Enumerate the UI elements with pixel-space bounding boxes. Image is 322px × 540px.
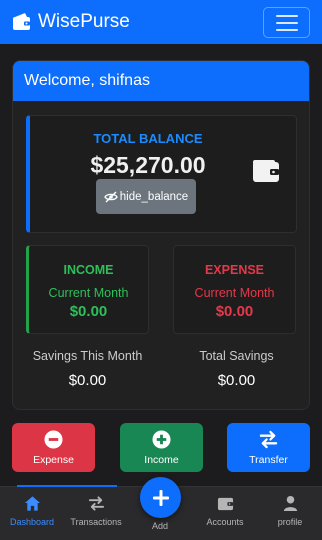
expense-value: $0.00 (215, 303, 254, 320)
menu-line (275, 14, 298, 17)
nav-accounts[interactable]: Accounts (193, 495, 257, 527)
expense-period: Current Month (194, 286, 275, 300)
add-income-button[interactable]: Income (120, 423, 203, 472)
income-period: Current Month (48, 286, 129, 300)
nav-dashboard-label: Dashboard (9, 517, 55, 527)
total-balance-box: TOTAL BALANCE $25,270.00 hide_balance (26, 115, 297, 233)
nav-dashboard[interactable]: Dashboard (0, 495, 64, 527)
savings-this-month: Savings This Month $0.00 (13, 349, 162, 389)
active-tab-indicator (17, 485, 117, 487)
nav-transactions-label: Transactions (70, 517, 122, 527)
bottom-navigation: Dashboard Transactions Add Accounts prof… (0, 477, 322, 540)
home-icon (24, 496, 40, 511)
nav-profile-label: profile (277, 517, 303, 527)
total-savings: Total Savings $0.00 (162, 349, 309, 389)
nav-accounts-label: Accounts (206, 517, 244, 527)
nav-add-label: Add (151, 521, 168, 531)
transfer-button[interactable]: Transfer (227, 423, 310, 472)
transfer-button-label: Transfer (249, 453, 288, 466)
income-box: INCOME Current Month $0.00 (26, 245, 149, 334)
menu-line (275, 21, 298, 24)
total-savings-value: $0.00 (217, 372, 256, 389)
dashboard-card: Welcome, shifnas TOTAL BALANCE $25,270.0… (12, 60, 310, 410)
menu-line (275, 28, 298, 31)
savings-month-value: $0.00 (68, 372, 107, 389)
income-button-label: Income (144, 453, 179, 466)
hamburger-menu-button[interactable] (263, 7, 310, 38)
plus-icon (152, 489, 169, 506)
eye-slash-icon (104, 191, 118, 202)
top-navbar: WisePurse (0, 0, 322, 44)
wallet-logo-icon (13, 13, 30, 30)
user-icon (283, 495, 297, 512)
brand-name: WisePurse (38, 11, 130, 32)
brand[interactable]: WisePurse (12, 11, 130, 33)
welcome-header: Welcome, shifnas (13, 61, 309, 101)
expense-button-label: Expense (33, 453, 74, 466)
income-value: $0.00 (69, 303, 108, 320)
plus-circle-icon (152, 429, 171, 449)
total-balance-value: $25,270.00 (90, 152, 206, 178)
total-balance-label: TOTAL BALANCE (93, 131, 203, 146)
swap-arrows-icon (88, 496, 104, 511)
savings-month-label: Savings This Month (32, 349, 143, 363)
add-button[interactable] (140, 477, 181, 518)
add-expense-button[interactable]: Expense (12, 423, 95, 472)
welcome-text: Welcome, shifnas (24, 72, 150, 89)
minus-circle-icon (44, 429, 63, 449)
hide-balance-label: hide_balance (119, 190, 189, 203)
total-savings-label: Total Savings (199, 349, 274, 363)
wallet-icon (217, 497, 233, 511)
expense-box: EXPENSE Current Month $0.00 (173, 245, 296, 334)
nav-transactions[interactable]: Transactions (64, 495, 128, 527)
nav-profile[interactable]: profile (258, 495, 322, 527)
wallet-icon (253, 160, 279, 182)
expense-title: EXPENSE (204, 263, 265, 277)
hide-balance-button[interactable]: hide_balance (96, 179, 196, 214)
swap-arrows-icon (259, 430, 278, 448)
income-title: INCOME (63, 263, 114, 277)
